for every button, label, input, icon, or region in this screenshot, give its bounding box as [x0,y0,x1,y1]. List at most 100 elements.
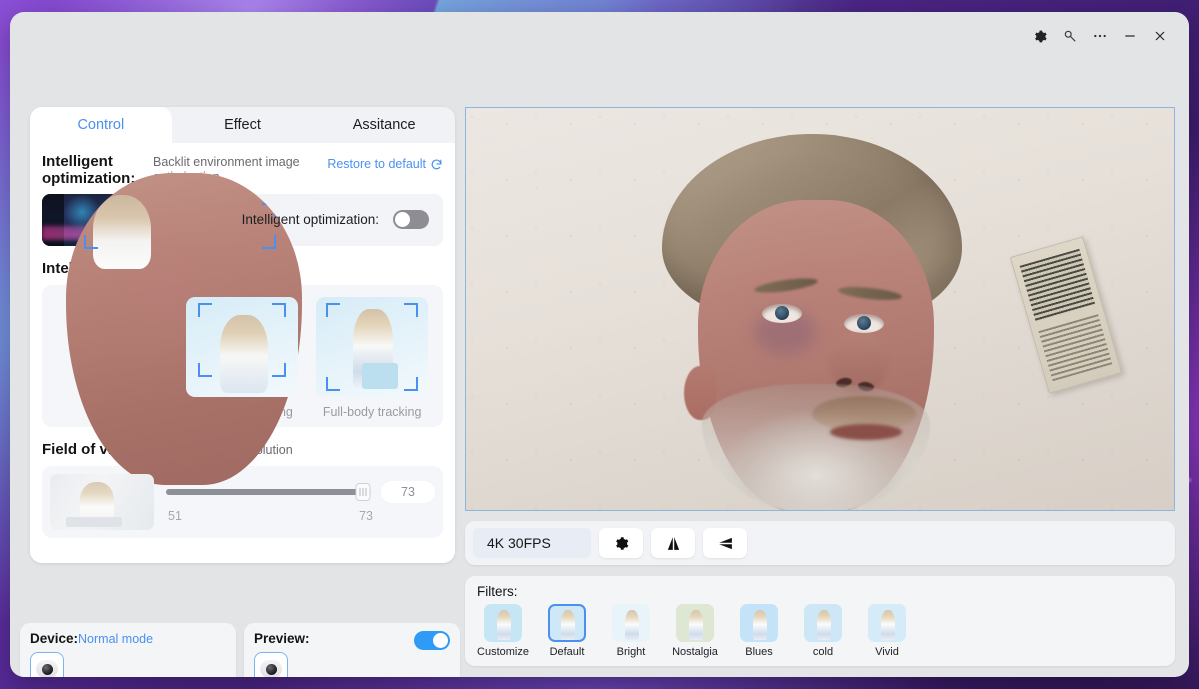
filter-thumbnail [612,604,650,642]
tools-icon[interactable] [1055,21,1085,51]
device-card: Device: Normal mode 1 [20,623,236,677]
tab-effect[interactable]: Effect [172,107,314,143]
intelligent-optimization-header: Intelligent optimization: Backlit enviro… [42,153,443,188]
mirror-horizontal-icon[interactable] [651,528,695,558]
tab-control[interactable]: Control [30,107,172,143]
device-header: Device: Normal mode [30,631,226,646]
filter-label: Vivid [875,646,899,658]
minimize-icon[interactable] [1115,21,1145,51]
preview-title: Preview: [254,631,310,646]
person-silhouette [353,308,394,389]
tracking-corner-tl [198,302,213,317]
restore-to-default-button[interactable]: Restore to default [327,153,443,171]
tab-content-control: Intelligent optimization: Backlit enviro… [30,143,455,563]
filter-thumbnail [676,604,714,642]
tracking-corner-bl [326,376,341,391]
person-silhouette [220,314,269,393]
framing-option-face-tracking[interactable]: Face tracking [57,173,302,485]
filter-default[interactable]: Default [541,604,593,658]
slider-handle[interactable] [355,482,371,501]
filter-bright[interactable]: Bright [605,604,657,658]
field-of-view-min: 51 [168,508,182,523]
filter-label: Blues [745,646,773,658]
filter-person [689,610,703,640]
right-panel: 4K 30FPS [465,107,1175,565]
filters-list: Customize Default Bright Nostalgia Blues… [477,604,1163,658]
control-panel: Control Effect Assitance Intelligent opt… [30,107,455,563]
field-of-view-slider[interactable] [166,482,371,501]
slider-fill [166,488,363,495]
person-silhouette [93,195,151,269]
filter-nostalgia[interactable]: Nostalgia [669,604,721,658]
tracking-corner-tr [404,302,419,317]
field-of-view-slider-area: 73 51 73 [166,480,435,523]
refresh-icon [431,159,442,169]
eye-left [762,304,802,323]
resolution-selector[interactable]: 4K 30FPS [473,528,591,558]
toggle-knob [433,633,448,648]
field-of-view-value: 73 [381,480,435,503]
close-icon[interactable] [1145,21,1175,51]
filter-label: Bright [616,646,646,658]
filter-label: Customize [477,646,529,658]
filter-thumbnail [548,604,586,642]
filter-person [817,610,831,640]
toggle-knob [395,212,410,227]
full-body-tracking-thumbnail [316,296,429,397]
filter-customize[interactable]: Customize [477,604,529,658]
restore-label: Restore to default [327,157,426,171]
tab-assitance[interactable]: Assitance [313,107,455,143]
tracking-corner-br [262,235,276,249]
tab-bar: Control Effect Assitance [30,107,455,143]
device-camera-tile[interactable] [30,652,64,677]
intelligent-optimization-banner-label: Intelligent optimization: [241,212,379,227]
preview-card: Preview: 1 [244,623,460,677]
filter-person [497,610,511,640]
filter-blues[interactable]: Blues [733,604,785,658]
eye-right [844,314,884,333]
filter-person [625,610,639,640]
device-title: Device: [30,631,79,646]
field-of-view-range: 51 73 [166,503,435,523]
camera-icon [36,660,58,677]
gear-icon[interactable] [599,528,643,558]
filter-person [881,610,895,640]
field-of-view-thumbnail [50,473,154,530]
window-content: Control Effect Assitance Intelligent opt… [10,60,1189,677]
tracking-corner-br [404,376,419,391]
half-body-tracking-thumbnail [186,296,299,397]
filters-panel: Filters: Customize Default Bright Nostal… [465,576,1175,666]
device-mode: Normal mode [78,632,154,646]
filter-thumbnail [484,604,522,642]
left-panel: Control Effect Assitance Intelligent opt… [20,107,460,677]
tracking-corner-bl [84,235,98,249]
field-of-view-max: 73 [359,508,373,523]
filter-vivid[interactable]: Vivid [861,604,913,658]
app-window: Control Effect Assitance Intelligent opt… [10,12,1189,677]
filters-title: Filters: [477,584,518,599]
field-of-view-control: 73 51 73 [42,465,443,538]
person-head [662,134,962,510]
filter-person [753,610,767,640]
settings-icon[interactable] [1025,21,1055,51]
filter-cold[interactable]: cold [797,604,849,658]
tracking-corner-tr [272,302,287,317]
tracking-corner-tl [326,302,341,317]
mirror-vertical-icon[interactable] [703,528,747,558]
filter-thumbnail [740,604,778,642]
more-icon[interactable] [1085,21,1115,51]
intelligent-optimization-toggle[interactable] [393,210,429,229]
tracking-corner-bl [198,362,213,377]
mouth [830,424,902,440]
filter-label: Default [549,646,585,658]
tracking-corner-br [272,362,287,377]
device-preview-row: Device: Normal mode 1 Preview: [20,623,460,677]
tracking-corner-tl [84,203,98,217]
camera-icon [260,660,282,677]
title-bar [10,12,1189,60]
preview-toggle[interactable] [414,631,450,650]
filter-thumbnail [804,604,842,642]
preview-camera-tile[interactable] [254,652,288,677]
framing-option-full-body-tracking[interactable]: Full-body tracking [316,296,429,419]
video-preview[interactable] [465,107,1175,511]
